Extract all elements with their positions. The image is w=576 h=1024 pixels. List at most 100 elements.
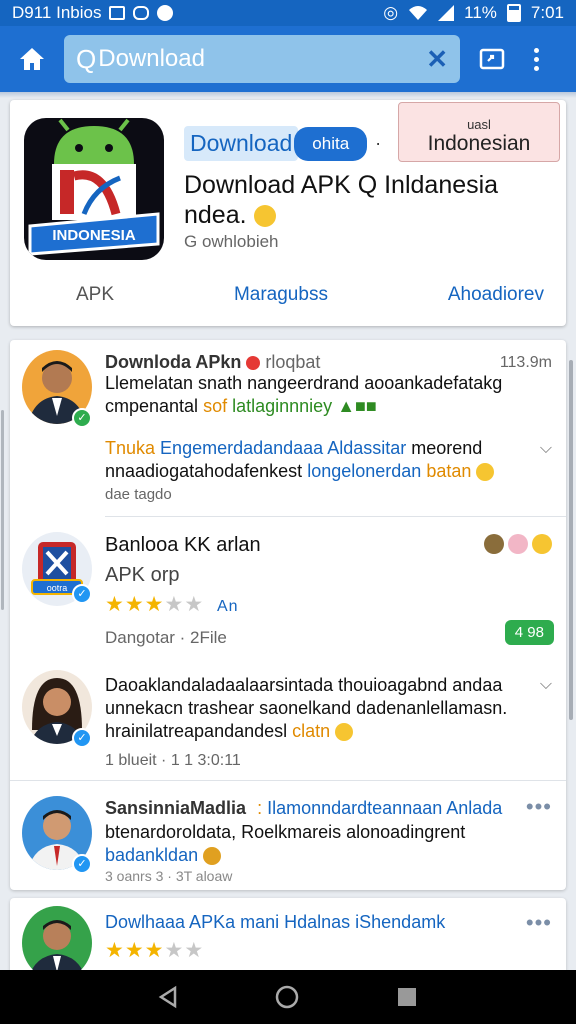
thumbs-up-icon: ▲ [337,396,356,416]
battery-percent: 11% [464,3,497,22]
verified-badge-icon: ✓ [72,408,92,428]
feed-post-2[interactable]: ootra ✓ Banlooa KK arlan APK orp ★★★★★ A… [10,516,566,666]
feed-card: ✓ Downloda APkn rloqbat 113.9m Llemelata… [10,340,566,890]
post-body-line3: Tnuka Engemerdadandaaa Aldassitar meoren… [105,438,483,458]
search-bar[interactable]: Q Download ✕ [64,35,460,83]
star-half-icon: ★ [144,593,165,616]
clock-icon [157,5,174,21]
avatar[interactable] [22,906,92,978]
post-body-line1: Llemelatan snath nangeerdrand aooankadef… [105,373,503,393]
app-avatar-label: ootra [47,583,68,593]
app-bar: Q Download ✕ [0,26,576,92]
home-icon [20,48,44,70]
tag-download[interactable]: Download [184,126,299,161]
scroll-indicator [1,410,4,610]
reaction-icons [484,534,552,554]
post-title: Banlooa KK arlan [105,534,261,556]
search-icon: Q [76,43,97,74]
star-icon: ★ [124,939,145,962]
post-body-line3: badankldan [105,844,222,867]
back-icon[interactable] [157,985,179,1009]
mail-icon [133,6,150,20]
post-title: SansinniaMadlia : Ilamonndardteannaan An… [105,798,503,818]
more-horiz-icon[interactable]: ••• [526,910,552,936]
app-icon[interactable]: INDONESIA [24,118,164,260]
feed-post-4[interactable]: ✓ SansinniaMadlia : Ilamonndardteannaan … [10,780,566,890]
house-icon: ■ [355,396,366,416]
star-icon: ★ [105,939,125,962]
language-label: Indonesian [427,132,531,155]
rating-stars: ★★★★★ An [105,592,239,617]
clock-time: 7:01 [530,3,564,22]
feed-post-1[interactable]: ✓ Downloda APkn rloqbat 113.9m Llemelata… [10,340,566,516]
star-half-icon: ★ [144,939,165,962]
wifi-icon [409,6,428,20]
app-title-line1: Download APK Q Inldanesia [184,171,499,199]
app-subtitle: G owhlobieh [184,232,279,251]
reaction-smile-icon [532,534,552,554]
tag-separator: · [375,133,382,153]
tab-ahoadiorev[interactable]: Ahoadiorev [448,284,544,306]
app-title-line2: ndea. [184,201,247,229]
smile-emoji-icon [253,205,276,228]
chevron-down-icon[interactable]: ⌵ [540,440,552,458]
language-small-label: uasl [467,117,491,132]
recents-icon[interactable] [395,985,419,1009]
language-box[interactable]: uasl Indonesian [398,102,560,162]
scrollbar[interactable] [569,360,573,720]
post-time: 113.9m [499,354,552,371]
close-icon[interactable]: ✕ [426,44,448,75]
verified-badge-icon: ✓ [72,584,92,604]
tab-apk[interactable]: APK [76,284,114,306]
smile-emoji-icon [335,723,354,742]
more-horiz-icon[interactable]: ••• [526,794,552,820]
battery-icon [506,4,521,22]
star-icon: ★ [164,939,185,962]
feed-post-3[interactable]: ✓ Daoaklandaladaalaarsintada thouioagabn… [10,666,566,780]
post-meta: dae tagdo [105,486,172,503]
chevron-down-icon[interactable]: ⌵ [540,676,552,694]
rating-label: An [216,598,239,615]
grin-emoji-icon [476,463,495,482]
post-body-line2: cmpenantal sof latlaginnniey ▲■■ [105,396,377,416]
post-body-line3: hrainilatreapandandesl clatn [105,720,354,743]
post-meta: 1 blueit · 1 1 3:0:11 [105,752,241,769]
post-body-line2: btenardoroldata, Roelkmareis alonoadingr… [105,822,466,842]
post-tag: rloqbat [265,352,321,372]
tag-row: Download ohita · [184,126,381,161]
post-meta: Dangotar · 2File [105,628,227,647]
home-circle-icon[interactable] [274,984,300,1010]
star-icon: ★ [105,593,125,616]
app-bar-shadow [0,92,576,98]
post-subtitle: APK orp [105,564,180,586]
notification-icon [109,6,126,20]
app-icon-label: INDONESIA [52,227,136,244]
star-icon: ★ [184,593,205,616]
signal-icon [438,5,455,21]
app-title: Download APK Q Inldanesia ndea. [184,170,554,230]
post-title: Dowlhaaa APKa mani Hdalnas iShendamk [105,912,446,932]
app-card[interactable]: INDONESIA Download ohita · uasl Indonesi… [10,100,566,326]
post-body-line1: Daoaklandaladaalaarsintada thouioagabnd … [105,675,503,695]
live-dot-icon [246,356,261,371]
alarm-icon: ◎ [383,3,399,22]
tab-maragubss[interactable]: Maragubss [234,284,328,306]
star-icon: ★ [124,593,145,616]
post-body-line2: unnekacn trashear saonelkand dadenanlell… [105,698,508,718]
laugh-emoji-icon [203,847,222,866]
more-vert-icon[interactable] [526,47,546,71]
share-icon [479,48,505,70]
download-count-badge[interactable]: 4 98 [504,620,554,645]
post-meta: 3 oanrs 3 · 3T aloaw [105,868,233,884]
share-button[interactable] [476,43,508,75]
post-body-line4: nnaadiogatahodafenkest longelonerdan bat… [105,460,495,483]
status-left-text: D911 Inbios [12,3,102,22]
feed-card-2[interactable]: Dowlhaaa APKa mani Hdalnas iShendamk •••… [10,898,566,978]
app-tabs: APK Maragubss Ahoadiorev [10,284,566,306]
rating-stars: ★★★★★ [105,938,204,963]
system-nav-bar [0,970,576,1024]
reaction-face-icon [508,534,528,554]
tag-secondary[interactable]: ohita [294,126,368,161]
search-input[interactable]: Download [98,45,426,73]
home-button[interactable] [12,39,52,79]
